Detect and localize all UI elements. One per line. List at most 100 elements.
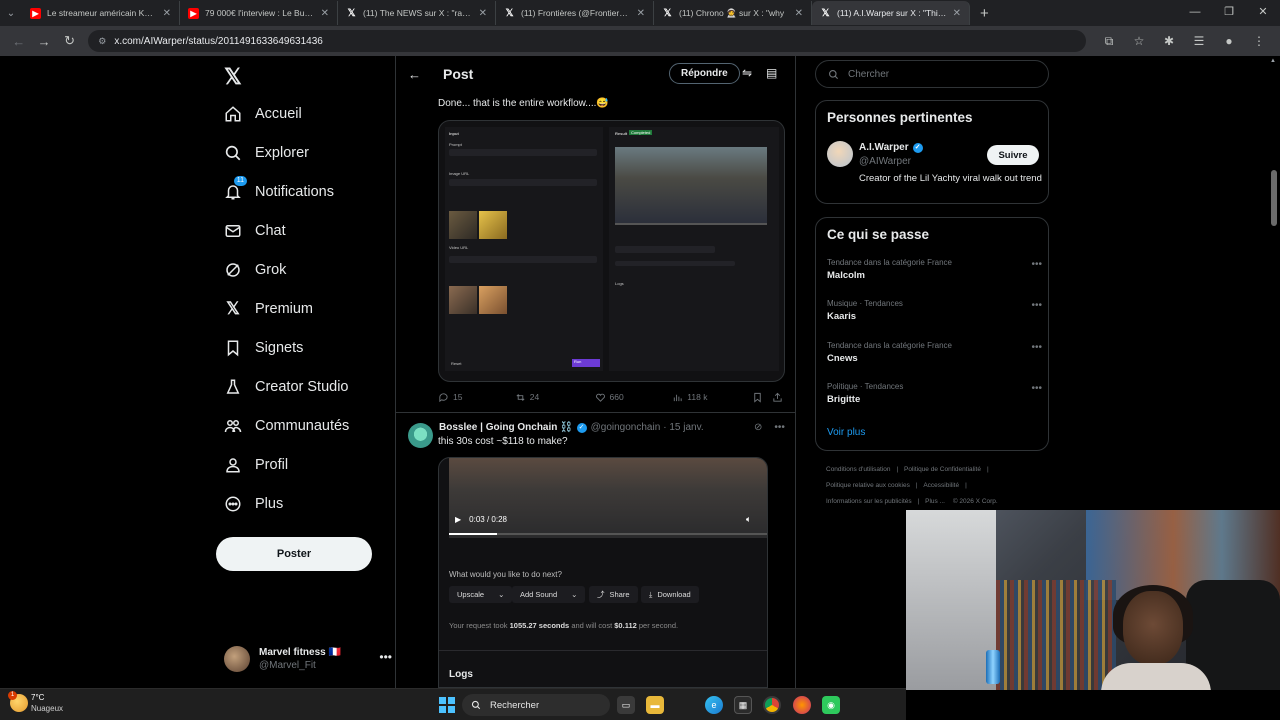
sidebar-item-profil[interactable]: Profil (224, 450, 288, 480)
close-window-icon[interactable]: ✕ (1246, 0, 1280, 24)
reply-media[interactable]: ▶ 0:03 / 0:28 🔈︎ What would you like to … (438, 457, 768, 688)
video-progress-bar[interactable] (449, 533, 767, 535)
sidebar-item-explorer[interactable]: Explorer (224, 138, 309, 168)
back-icon[interactable]: ← (6, 34, 31, 49)
trend-item[interactable]: Musique · Tendances Kaaris ••• (827, 299, 1042, 322)
footer-link[interactable]: Informations sur les publicités (826, 498, 912, 505)
prompt-label: Prompt (449, 142, 462, 147)
play-icon[interactable]: ▶ (455, 515, 461, 524)
more-dots-icon[interactable]: ••• (774, 422, 785, 433)
browser-tab-active[interactable]: 𝕏 (11) A.I.Warper sur X : "This is a ✕ (812, 1, 970, 25)
post-button[interactable]: Poster (216, 537, 372, 571)
trend-item[interactable]: Tendance dans la catégorie France Malcol… (827, 258, 1042, 281)
share-action[interactable] (772, 392, 787, 403)
repost-action[interactable]: 24 (515, 392, 595, 403)
restore-icon[interactable]: ❐ (1212, 0, 1246, 24)
more-dots-icon[interactable]: ••• (1031, 342, 1042, 353)
relevant-user-handle[interactable]: @AIWarper (859, 156, 911, 167)
x-logo-icon[interactable]: 𝕏 (224, 64, 242, 90)
close-tab-icon[interactable]: ✕ (637, 8, 645, 19)
sidebar-item-notifications[interactable]: 11 Notifications (224, 176, 334, 207)
sidebar-item-chat[interactable]: Chat (224, 216, 286, 246)
task-view-icon[interactable]: ▭ (617, 696, 635, 714)
chat-app-icon[interactable]: ◉ (822, 696, 840, 714)
post-media-image[interactable]: Input Prompt Image URL Video URL Reset R… (438, 120, 785, 382)
sidebar-item-plus[interactable]: Plus (224, 489, 283, 519)
trend-item[interactable]: Tendance dans la catégorie France Cnews … (827, 341, 1042, 364)
more-dots-icon[interactable]: ••• (1031, 259, 1042, 270)
button-label: Add Sound (520, 590, 558, 599)
volume-icon[interactable]: 🔈︎ (746, 514, 751, 525)
store-icon[interactable]: ▦ (734, 696, 752, 714)
reply-author-handle[interactable]: @goingonchain (591, 422, 661, 433)
browser-tab[interactable]: 𝕏 (11) Chrono 🧑‍🚀 sur X : "why ✕ (654, 1, 812, 25)
reload-icon[interactable]: ↻ (57, 33, 82, 49)
sidebar-item-communautes[interactable]: Communautés (224, 411, 349, 441)
search-input[interactable]: Chercher (815, 60, 1049, 88)
close-tab-icon[interactable]: ✕ (479, 8, 487, 19)
input-panel (445, 127, 603, 371)
footer-link[interactable]: Politique relative aux cookies (826, 482, 910, 489)
install-app-icon[interactable]: ⧉ (1094, 34, 1124, 49)
start-windows-icon[interactable] (439, 697, 455, 713)
account-switcher[interactable]: Marvel fitness 🇫🇷 @Marvel_Fit ••• (224, 642, 392, 676)
file-explorer-icon[interactable]: ▬ (646, 696, 664, 714)
new-tab-plus-icon[interactable]: + (980, 5, 989, 22)
close-tab-icon[interactable]: ✕ (163, 8, 171, 19)
browser-tab[interactable]: 𝕏 (11) Frontières (@Frontieresme ✕ (496, 1, 654, 25)
more-dots-icon[interactable]: ••• (1031, 300, 1042, 311)
tab-search-chevron-icon[interactable]: ⌄ (0, 0, 22, 26)
back-arrow-icon[interactable]: ← (408, 67, 443, 82)
reply-author-name[interactable]: Bosslee | Going Onchain ⛓️ (439, 422, 573, 433)
bookmark-star-icon[interactable]: ☆ (1124, 34, 1154, 49)
firefox-icon[interactable] (793, 696, 811, 714)
sidebar-item-signets[interactable]: Signets (224, 333, 303, 363)
relevant-user-name[interactable]: A.I.Warper ✓ (859, 142, 927, 153)
more-dots-icon[interactable]: ••• (379, 650, 392, 664)
browser-tab[interactable]: 𝕏 (11) The NEWS sur X : "ra🤔Nc ✕ (338, 1, 496, 25)
extensions-icon[interactable]: ✱ (1154, 34, 1184, 49)
profile-icon[interactable]: ● (1214, 34, 1244, 49)
sliders-icon[interactable]: ⇋ (742, 66, 752, 80)
reading-list-icon[interactable]: ☰ (1184, 34, 1214, 49)
site-info-icon[interactable]: ⚙ (98, 36, 106, 47)
browser-menu-icon[interactable]: ⋮ (1244, 34, 1274, 49)
avatar[interactable] (827, 141, 853, 167)
reply-button[interactable]: Répondre (669, 63, 740, 84)
footer-link[interactable]: Politique de Confidentialité (904, 466, 981, 473)
address-bar[interactable]: ⚙ x.com/AIWarper/status/2011491633649631… (88, 30, 1086, 52)
video-player[interactable] (449, 458, 767, 538)
taskbar-search[interactable]: Rechercher (462, 694, 610, 716)
sidebar-item-creator-studio[interactable]: Creator Studio (224, 372, 349, 402)
close-tab-icon[interactable]: ✕ (321, 8, 329, 19)
scroll-up-icon[interactable]: ▲ (1270, 58, 1276, 64)
views-action[interactable]: 118 k (672, 392, 752, 403)
chrome-icon[interactable] (763, 696, 781, 714)
reply-action[interactable]: 15 (438, 392, 515, 403)
scrollbar-thumb[interactable] (1271, 170, 1277, 226)
follow-button[interactable]: Suivre (987, 145, 1039, 165)
sidebar-item-accueil[interactable]: Accueil (224, 99, 302, 129)
like-action[interactable]: 660 (595, 392, 673, 403)
footer-link[interactable]: Accessibilité (923, 482, 959, 489)
browser-tab[interactable]: ▶ Le streameur américain Kai Cen ✕ (22, 1, 180, 25)
more-dots-icon[interactable]: ••• (1031, 383, 1042, 394)
trend-item[interactable]: Politique · Tendances Brigitte ••• (827, 382, 1042, 405)
bookmark-action[interactable] (752, 392, 772, 403)
footer-link[interactable]: Plus ... (925, 498, 945, 505)
close-tab-icon[interactable]: ✕ (795, 8, 803, 19)
see-more-link[interactable]: Voir plus (827, 427, 865, 438)
close-tab-icon[interactable]: ✕ (953, 8, 961, 19)
reply-date[interactable]: · 15 janv. (663, 422, 703, 433)
avatar[interactable] (408, 423, 433, 448)
grok-icon[interactable]: ⊘ (754, 422, 762, 433)
forward-icon[interactable]: → (31, 34, 56, 49)
sidebar-item-grok[interactable]: Grok (224, 255, 286, 285)
browser-tab[interactable]: ▶ 79 000€ l'interview : Le Busines ✕ (180, 1, 338, 25)
sidebar-item-premium[interactable]: 𝕏 Premium (224, 294, 313, 324)
weather-widget[interactable]: 1 7°C Nuageux (8, 691, 63, 714)
reader-view-icon[interactable]: ▤ (766, 66, 777, 80)
minimize-icon[interactable]: — (1178, 0, 1212, 24)
edge-icon[interactable]: e (705, 696, 723, 714)
footer-link[interactable]: Conditions d'utilisation (826, 466, 890, 473)
